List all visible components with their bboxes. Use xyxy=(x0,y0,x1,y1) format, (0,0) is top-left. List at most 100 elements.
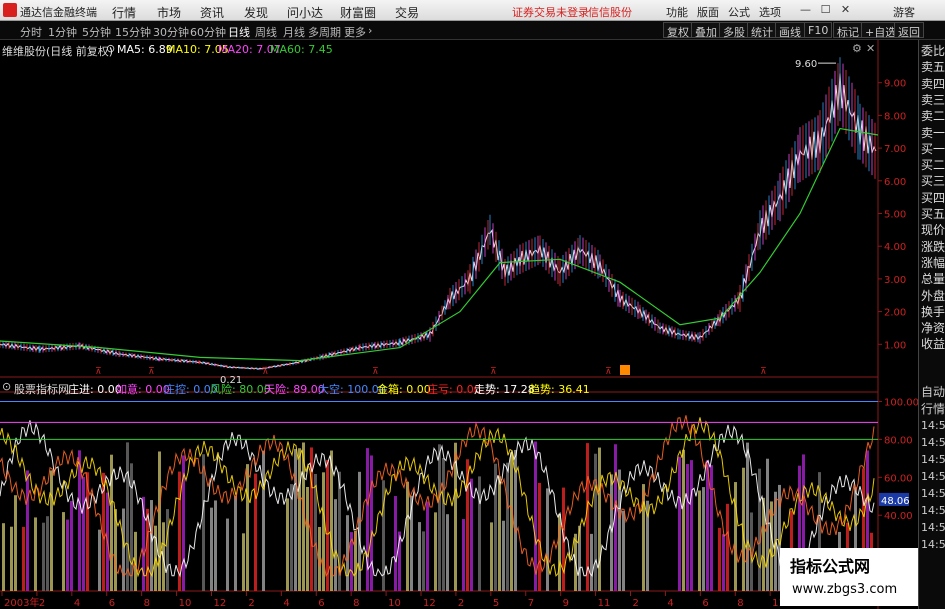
indicator-bar xyxy=(242,533,245,591)
mark-button[interactable]: 标记 xyxy=(833,22,863,39)
time-tick-label: 4 xyxy=(74,598,80,609)
indicator-value-2: 如意: 0.00 xyxy=(116,383,170,396)
side-item: 买三 xyxy=(921,174,945,189)
period-15min[interactable]: 15分钟 xyxy=(115,24,151,40)
indicator-bar xyxy=(246,464,249,591)
indicator-value-7: 金箱: 0.00 xyxy=(377,383,431,396)
menu-formula[interactable]: 公式 xyxy=(728,4,750,20)
menu-news[interactable]: 资讯 xyxy=(200,4,224,21)
chart-canvas[interactable]: 9.00 8.00 7.00 6.00 5.00 4.00 3.00 2.00 1.00 9.60… xyxy=(0,40,918,609)
side-item: 买二 xyxy=(921,158,945,173)
side-bottom-item: 14:50 xyxy=(921,487,945,500)
chevron-right-icon[interactable]: › xyxy=(368,24,372,37)
menu-functions[interactable]: 功能 xyxy=(666,4,688,20)
time-tick-label: 4 xyxy=(283,598,289,609)
menu-ask[interactable]: 问小达 xyxy=(287,4,323,21)
broker-link[interactable]: 信信股份 xyxy=(588,4,632,20)
event-marker: ⊼ xyxy=(490,367,497,377)
price-tick-label: 2.00 xyxy=(884,308,906,319)
menu-market[interactable]: 市场 xyxy=(157,4,181,21)
side-item: 买四 xyxy=(921,190,945,205)
indicator-bar xyxy=(718,527,721,591)
indicator-bar xyxy=(322,472,325,591)
side-item: 买五 xyxy=(921,207,945,221)
period-1min[interactable]: 1分钟 xyxy=(48,24,77,40)
stats-button[interactable]: 统计 xyxy=(747,22,777,39)
side-item: 卖四 xyxy=(921,76,945,91)
indicator-bar xyxy=(422,531,425,591)
close-icon[interactable]: ✕ xyxy=(838,2,853,17)
chart-settings-icon[interactable]: ⚙ xyxy=(852,42,862,55)
indicator-bar xyxy=(490,522,493,591)
chart-area[interactable]: 9.00 8.00 7.00 6.00 5.00 4.00 3.00 2.00 1.00 9.60… xyxy=(0,40,918,609)
menu-trade[interactable]: 交易 xyxy=(395,4,419,21)
indicator-bar xyxy=(70,500,73,591)
draw-button[interactable]: 画线 xyxy=(775,22,805,39)
maximize-icon[interactable]: ☐ xyxy=(818,2,833,17)
indicator-bar xyxy=(214,500,217,591)
high-price-label: 9.60 xyxy=(795,59,817,70)
period-daily[interactable]: 日线 xyxy=(228,24,250,40)
multi-stock-button[interactable]: 多股 xyxy=(719,22,749,39)
indicator-bar xyxy=(46,516,49,591)
indicator-bar xyxy=(446,514,449,591)
period-5min[interactable]: 5分钟 xyxy=(82,24,111,40)
indicator-bar xyxy=(202,454,205,591)
side-item: 收益 xyxy=(921,337,945,352)
minimize-icon[interactable]: — xyxy=(798,2,813,17)
period-monthly[interactable]: 月线 xyxy=(283,24,305,40)
login-notice[interactable]: 证券交易未登录 xyxy=(512,4,589,20)
period-60min[interactable]: 60分钟 xyxy=(190,24,226,40)
price-tick-label: 1.00 xyxy=(884,340,906,351)
indicator-bar xyxy=(462,519,465,591)
site-watermark: 指标公式网 www.zbgs3.com xyxy=(780,548,918,606)
period-more[interactable]: 更多 xyxy=(344,24,366,40)
side-item: 卖二 xyxy=(921,109,945,124)
menu-discover[interactable]: 发现 xyxy=(244,4,268,21)
indicator-bar xyxy=(334,499,337,591)
time-tick-label: 8 xyxy=(737,598,743,609)
time-tick-label: 10 xyxy=(388,598,401,609)
menu-layout[interactable]: 版面 xyxy=(697,4,719,20)
indicator-bar xyxy=(594,453,597,591)
event-flag-icon xyxy=(620,365,630,375)
overlay-button[interactable]: 叠加 xyxy=(691,22,721,39)
adjust-button[interactable]: 复权 xyxy=(663,22,693,39)
side-bottom-item: 自动 xyxy=(921,385,945,399)
indicator-bar xyxy=(590,533,593,591)
title-bar: 通达信金融终端 行情 市场 资讯 发现 问小达 财富圈 交易 证券交易未登录 信… xyxy=(0,0,945,21)
settings-icon[interactable]: ⊙ xyxy=(106,42,115,55)
side-bottom-item: 行情 xyxy=(921,402,945,416)
indicator-bar xyxy=(678,456,681,591)
side-item: 涨幅 xyxy=(921,255,945,270)
indicator-bar xyxy=(286,498,289,591)
menu-wealth[interactable]: 财富圈 xyxy=(340,4,376,21)
indicator-bar xyxy=(710,465,713,591)
indicator-bar xyxy=(210,507,213,591)
side-bottom-item: 14:50 xyxy=(921,521,945,534)
side-bottom-item: 14:50 xyxy=(921,419,945,432)
period-30min[interactable]: 30分钟 xyxy=(153,24,189,40)
indicator-value-6: 大空: 100.00 xyxy=(318,383,386,396)
back-button[interactable]: 返回 xyxy=(894,22,924,39)
period-weekly[interactable]: 周线 xyxy=(255,24,277,40)
indicator-bar xyxy=(394,496,397,591)
chart-close-icon[interactable]: ✕ xyxy=(866,42,875,55)
indicator-settings-icon[interactable]: ⊙ xyxy=(2,380,11,393)
menu-options[interactable]: 选项 xyxy=(759,4,781,20)
period-multi[interactable]: 多周期 xyxy=(308,24,341,40)
guest-label[interactable]: 游客 xyxy=(893,4,915,20)
period-tick[interactable]: 分时 xyxy=(20,24,42,40)
indicator-bar xyxy=(298,448,301,591)
price-tick-label: 8.00 xyxy=(884,111,906,122)
indicator-bar xyxy=(758,468,761,591)
price-tick-label: 5.00 xyxy=(884,210,906,221)
price-tick-label: 7.00 xyxy=(884,144,906,155)
event-marker: ⊼ xyxy=(605,367,612,377)
side-bottom-item: 14:50 xyxy=(921,538,945,551)
f10-button[interactable]: F10 xyxy=(804,22,833,38)
time-tick-label: 2 xyxy=(39,598,45,609)
side-item: 卖一 xyxy=(921,125,945,140)
menu-quotes[interactable]: 行情 xyxy=(112,4,136,21)
indicator-bar xyxy=(34,517,37,591)
